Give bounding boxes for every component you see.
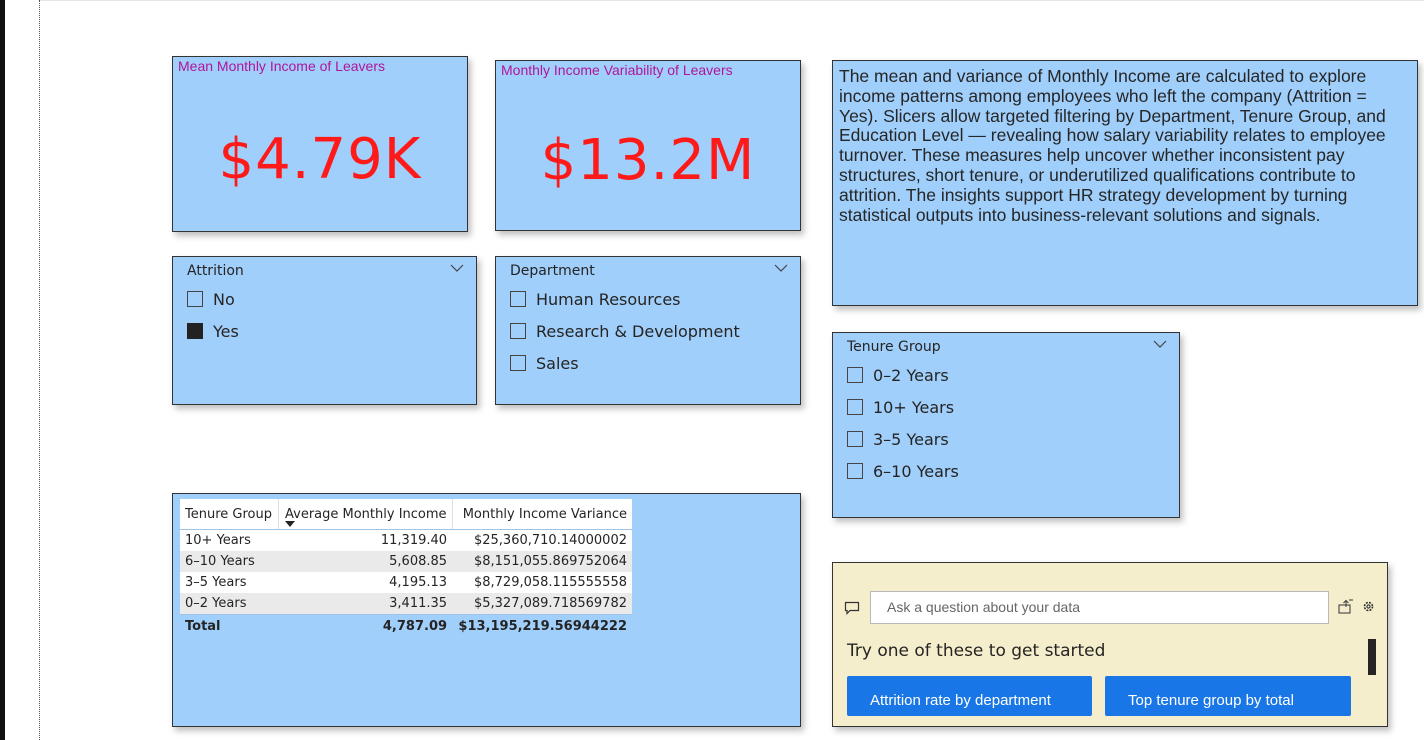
option-label: No [213,289,235,309]
table-row[interactable]: 0–2 Years 3,411.35 $5,327,089.718569782 [180,593,632,615]
cell-variance: $5,327,089.718569782 [452,593,632,615]
scrollbar-thumb[interactable] [1368,639,1376,675]
cell-variance: $8,729,058.115555558 [452,572,632,593]
option-label: Human Resources [536,289,681,309]
checkbox[interactable] [187,291,203,307]
cell-tenure: 0–2 Years [180,593,279,615]
chevron-down-icon[interactable] [1153,339,1167,349]
cell-total-variance: $13,195,219.56944222 [452,614,632,637]
suggestion-button-attrition-rate[interactable]: Attrition rate by department [847,676,1092,716]
slicer-option-0-2-years[interactable]: 0–2 Years [847,364,949,386]
option-label: 10+ Years [873,397,955,417]
column-header-tenure-group[interactable]: Tenure Group [180,499,279,530]
cell-tenure: 10+ Years [180,529,279,551]
slicer-title: Department [510,263,595,279]
chevron-down-icon[interactable] [774,263,788,273]
cell-variance: $8,151,055.869752064 [452,551,632,572]
qa-question-input[interactable]: Ask a question about your data [870,591,1329,624]
kpi-card-income-variability[interactable]: Monthly Income Variability of Leavers $1… [495,60,801,231]
cell-avg-income: 4,195.13 [278,572,453,593]
table-total-row: Total 4,787.09 $13,195,219.56944222 [180,614,632,637]
cell-total-label: Total [180,614,279,637]
slicer-option-yes[interactable]: Yes [187,320,239,342]
column-header-average-monthly-income[interactable]: Average Monthly Income [277,499,453,530]
checkbox[interactable] [847,431,863,447]
kpi-value: $13.2M [540,128,756,193]
option-label: Yes [213,321,239,341]
table-row[interactable]: 10+ Years 11,319.40 $25,360,710.14000002 [180,529,632,551]
slicer-option-sales[interactable]: Sales [510,352,579,374]
slicer-department[interactable]: Department Human Resources Research & De… [495,256,801,405]
cell-tenure: 3–5 Years [180,572,279,593]
table-row[interactable]: 6–10 Years 5,608.85 $8,151,055.869752064 [180,551,632,572]
slicer-option-6-10-years[interactable]: 6–10 Years [847,460,959,482]
checkbox[interactable] [510,291,526,307]
suggestion-button-top-tenure-group[interactable]: Top tenure group by total [1105,676,1351,716]
kpi-title: Mean Monthly Income of Leavers [178,58,385,74]
option-label: 0–2 Years [873,365,949,385]
kpi-value: $4.79K [218,127,422,192]
kpi-title: Monthly Income Variability of Leavers [501,62,733,78]
sort-descending-icon [284,521,295,527]
chevron-down-icon[interactable] [450,263,464,273]
qa-visual[interactable]: Ask a question about your data Try one o… [832,562,1388,727]
cell-avg-income: 5,608.85 [278,551,453,572]
slicer-attrition[interactable]: Attrition No Yes [172,256,477,405]
description-text: The mean and variance of Monthly Income … [839,66,1386,225]
slicer-option-10-plus-years[interactable]: 10+ Years [847,396,954,418]
slicer-option-3-5-years[interactable]: 3–5 Years [847,428,949,450]
option-label: 6–10 Years [873,461,959,481]
slicer-title: Attrition [187,263,244,279]
kpi-card-mean-income[interactable]: Mean Monthly Income of Leavers $4.79K [172,56,468,232]
table-visual[interactable]: Tenure Group Average Monthly Income Mont… [172,493,801,727]
checkbox[interactable] [847,399,863,415]
cell-variance: $25,360,710.14000002 [452,529,632,551]
option-label: Research & Development [536,321,740,341]
chat-bubble-icon [844,601,860,615]
checkbox[interactable] [847,463,863,479]
option-label: 3–5 Years [873,429,949,449]
cell-avg-income: 3,411.35 [278,593,453,615]
slicer-option-research-development[interactable]: Research & Development [510,320,740,342]
share-icon[interactable] [1337,597,1355,615]
slicer-tenure-group[interactable]: Tenure Group 0–2 Years 10+ Years 3–5 Yea… [832,332,1180,518]
gear-icon[interactable] [1362,600,1375,613]
canvas-top-border [40,0,1424,1]
canvas-boundary-line [39,0,40,740]
column-header-monthly-income-variance[interactable]: Monthly Income Variance [451,499,632,530]
checkbox[interactable] [847,367,863,383]
checkbox-checked[interactable] [187,323,203,339]
slicer-option-no[interactable]: No [187,288,235,310]
cell-total-avg-income: 4,787.09 [278,614,453,637]
cell-avg-income: 11,319.40 [278,529,453,551]
table-row[interactable]: 3–5 Years 4,195.13 $8,729,058.115555558 [180,572,632,593]
checkbox[interactable] [510,355,526,371]
description-textbox[interactable]: The mean and variance of Monthly Income … [832,60,1418,306]
cell-tenure: 6–10 Years [180,551,279,572]
option-label: Sales [536,353,579,373]
income-table: Tenure Group Average Monthly Income Mont… [180,499,632,637]
qa-prompt-text: Try one of these to get started [847,641,1106,661]
left-edge-bar [0,0,5,740]
slicer-option-human-resources[interactable]: Human Resources [510,288,681,310]
checkbox[interactable] [510,323,526,339]
slicer-title: Tenure Group [847,339,941,355]
